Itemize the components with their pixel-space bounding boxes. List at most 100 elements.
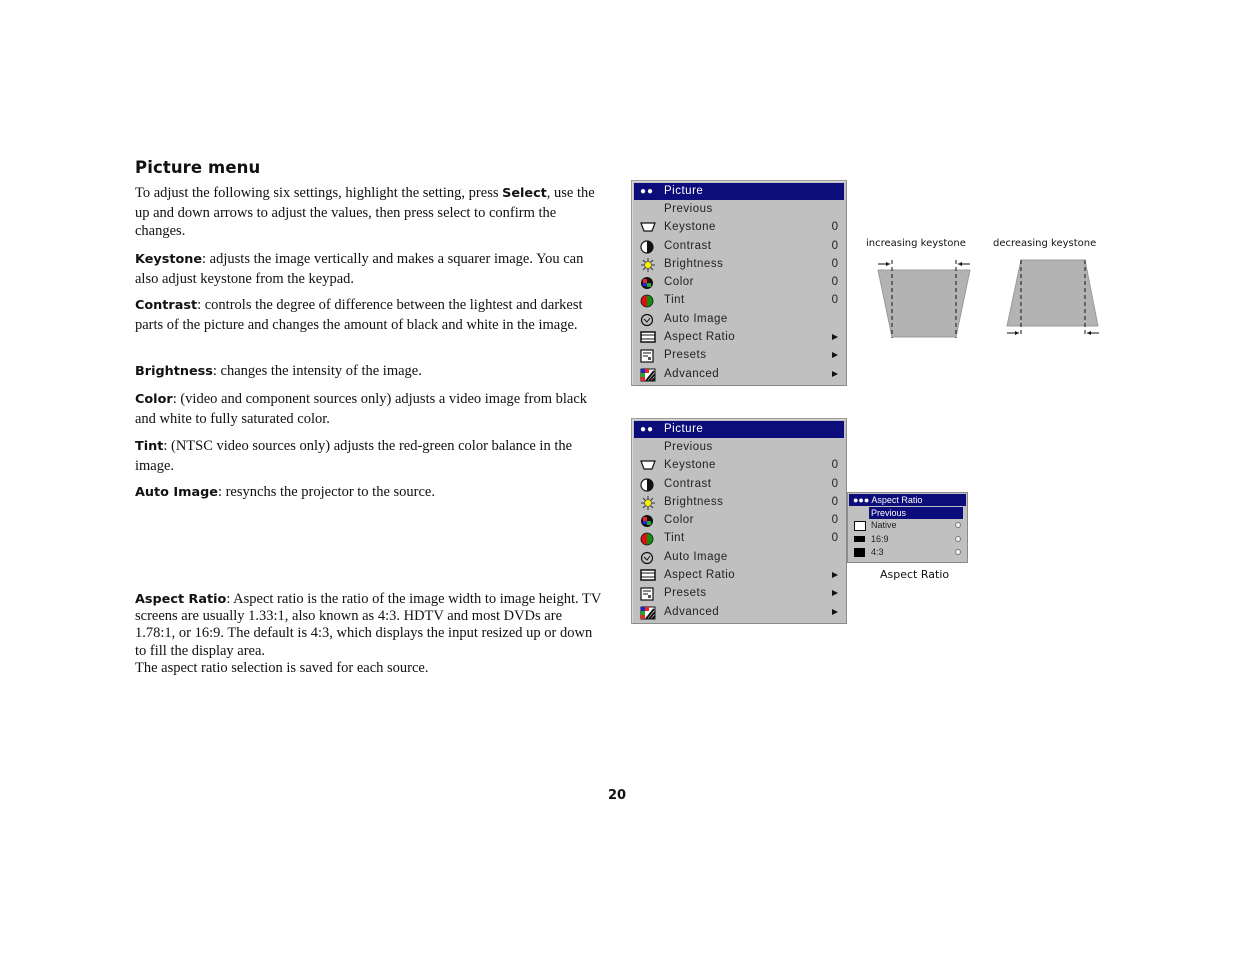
menu-item-presets[interactable]: Presets — [632, 584, 846, 602]
menu-item-color[interactable]: Color 0 — [632, 273, 846, 291]
submenu-arrow-icon — [832, 608, 838, 615]
aspect-option-16-9[interactable]: 16:9 — [848, 533, 967, 547]
keystone-icon — [640, 221, 656, 233]
menu-header-picture[interactable]: ●● Picture — [634, 421, 844, 438]
menu-header-label: Picture — [664, 423, 704, 435]
menu-item-value: 0 — [831, 294, 838, 307]
definition-text: : adjusts the image vertically and makes… — [135, 251, 584, 287]
menu-item-contrast[interactable]: Contrast 0 — [632, 475, 846, 493]
menu-item-label: Contrast — [664, 239, 712, 252]
aspect-option-native[interactable]: Native — [848, 519, 967, 533]
menu-item-tint[interactable]: Tint 0 — [632, 291, 846, 309]
arrow-head — [886, 262, 890, 266]
menu-item-label: Presets — [664, 349, 707, 362]
definition-aspect-ratio: Aspect Ratio: Aspect ratio is the ratio … — [135, 591, 605, 677]
intro-paragraph: To adjust the following six settings, hi… — [135, 184, 605, 241]
submenu-previous[interactable]: Previous — [869, 507, 963, 519]
menu-item-value: 0 — [831, 459, 838, 472]
menu-item-keystone[interactable]: Keystone 0 — [632, 218, 846, 236]
submenu-arrow-icon — [832, 352, 838, 359]
menu-item-previous[interactable]: Previous — [632, 438, 846, 456]
menu-item-auto-image[interactable]: Auto Image — [632, 548, 846, 566]
advanced-icon — [640, 368, 656, 382]
menu-item-previous[interactable]: Previous — [632, 200, 846, 218]
definition-tint: Tint: (NTSC video sources only) adjusts … — [135, 437, 605, 475]
brightness-icon — [640, 257, 655, 272]
native-swatch-icon — [854, 521, 866, 531]
arrow-head — [1015, 331, 1019, 335]
term: Auto Image — [135, 485, 218, 500]
arrow-head — [1087, 331, 1091, 335]
menu-item-label: Brightness — [664, 495, 724, 508]
increasing-keystone-diagram — [877, 260, 971, 338]
definition-text: : controls the degree of difference betw… — [135, 297, 583, 333]
menu-item-label: Previous — [664, 203, 713, 215]
menu-item-label: Brightness — [664, 257, 724, 270]
menu-item-label: Tint — [664, 532, 685, 545]
radio-button[interactable] — [955, 522, 961, 528]
page-number: 20 — [607, 788, 627, 803]
dots-icon: ●●● — [853, 495, 870, 505]
dots-icon: ●● — [640, 186, 655, 197]
term: Keystone — [135, 252, 203, 267]
radio-button[interactable] — [955, 549, 961, 555]
page-title: Picture menu — [135, 158, 261, 177]
definition-brightness: Brightness: changes the intensity of the… — [135, 362, 605, 382]
menu-item-presets[interactable]: Presets — [632, 346, 846, 364]
menu-item-value: 0 — [831, 477, 838, 490]
tint-icon — [640, 294, 654, 308]
aspect-ratio-icon — [640, 331, 656, 343]
menu-item-value: 0 — [831, 514, 838, 527]
option-label: 4:3 — [871, 547, 884, 557]
definition-text: : (NTSC video sources only) adjusts the … — [135, 438, 573, 474]
brightness-icon — [640, 495, 655, 510]
menu-item-value: 0 — [831, 532, 838, 545]
menu-item-keystone[interactable]: Keystone 0 — [632, 456, 846, 474]
menu-item-value: 0 — [831, 257, 838, 270]
menu-header-label: Picture — [664, 185, 704, 197]
menu-bottom-padding — [632, 383, 846, 385]
aspect-option-4-3[interactable]: 4:3 — [848, 546, 967, 560]
menu-item-label: Color — [664, 276, 694, 289]
menu-item-aspect-ratio[interactable]: Aspect Ratio — [632, 566, 846, 584]
decreasing-keystone-label: decreasing keystone — [993, 238, 1097, 249]
term: Brightness — [135, 364, 213, 379]
arrow-head — [958, 262, 962, 266]
term: Contrast — [135, 298, 198, 313]
menu-item-label: Contrast — [664, 477, 712, 490]
menu-item-auto-image[interactable]: Auto Image — [632, 310, 846, 328]
definition-keystone: Keystone: adjusts the image vertically a… — [135, 250, 605, 288]
aspect-ratio-icon — [640, 569, 656, 581]
definition-text: : resynchs the projector to the source. — [217, 484, 435, 500]
aspect-note: The aspect ratio selection is saved for … — [135, 659, 429, 676]
term: Tint — [135, 439, 164, 454]
menu-header-picture[interactable]: ●● Picture — [634, 183, 844, 200]
menu-item-advanced[interactable]: Advanced — [632, 603, 846, 621]
menu-item-color[interactable]: Color 0 — [632, 511, 846, 529]
menu-item-brightness[interactable]: Brightness 0 — [632, 493, 846, 511]
submenu-header: ●●● Aspect Ratio — [849, 494, 966, 506]
standard-swatch-icon — [854, 548, 865, 557]
definition-color: Color: (video and component sources only… — [135, 390, 605, 428]
color-icon — [640, 514, 654, 528]
presets-icon — [640, 349, 654, 363]
menu-item-label: Presets — [664, 587, 707, 600]
widescreen-swatch-icon — [854, 535, 865, 542]
contrast-icon — [640, 239, 654, 254]
picture-menu-1: ●● Picture Previous Keystone 0 Contrast 0 Brigh… — [631, 180, 847, 386]
tint-icon — [640, 532, 654, 546]
select-keyword: Select — [502, 186, 547, 201]
aspect-ratio-submenu: ●●● Aspect Ratio Previous Native 16:9 4:… — [847, 492, 968, 563]
option-label: 16:9 — [871, 533, 889, 544]
menu-item-value: 0 — [831, 495, 838, 508]
keystone-icon — [640, 459, 656, 471]
submenu-arrow-icon — [832, 370, 838, 377]
radio-button[interactable] — [955, 535, 961, 542]
menu-item-aspect-ratio[interactable]: Aspect Ratio — [632, 328, 846, 346]
submenu-arrow-icon — [832, 572, 838, 579]
menu-item-contrast[interactable]: Contrast 0 — [632, 237, 846, 255]
menu-item-advanced[interactable]: Advanced — [632, 365, 846, 383]
menu-item-brightness[interactable]: Brightness 0 — [632, 255, 846, 273]
menu-item-tint[interactable]: Tint 0 — [632, 529, 846, 547]
submenu-title: Aspect Ratio — [871, 495, 923, 505]
